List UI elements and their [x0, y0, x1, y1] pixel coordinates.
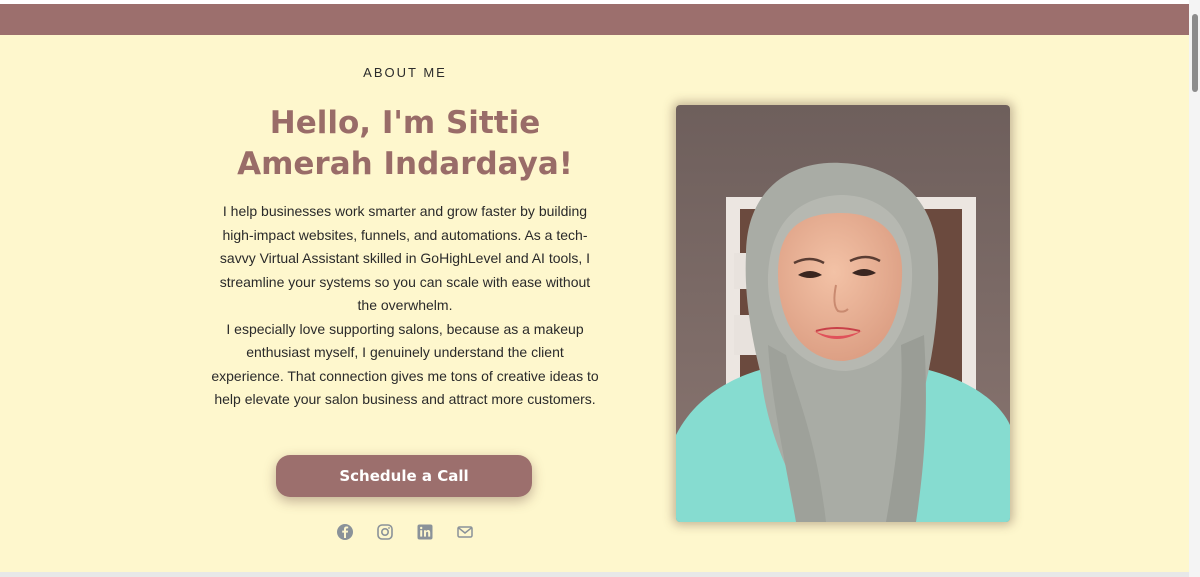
- facebook-link[interactable]: [336, 523, 354, 541]
- bio-paragraph: I especially love supporting salons, bec…: [211, 320, 599, 408]
- email-icon: [457, 526, 473, 538]
- email-link[interactable]: [456, 523, 474, 541]
- schedule-call-button[interactable]: Schedule a Call: [276, 455, 532, 497]
- scrollbar-thumb[interactable]: [1192, 14, 1198, 92]
- linkedin-link[interactable]: [416, 523, 434, 541]
- headline-line-2: Amerah Indardaya!: [237, 146, 573, 182]
- section-eyebrow: ABOUT ME: [363, 65, 447, 80]
- profile-photo: [676, 105, 1010, 522]
- page-title: Hello, I'm Sittie Amerah Indardaya!: [210, 103, 600, 185]
- headline-line-1: Hello, I'm Sittie: [269, 105, 541, 141]
- instagram-icon: [377, 524, 393, 540]
- instagram-link[interactable]: [376, 523, 394, 541]
- about-section: ABOUT ME Hello, I'm Sittie Amerah Indard…: [0, 35, 1189, 572]
- linkedin-icon: [417, 524, 433, 540]
- social-links: [210, 523, 600, 541]
- facebook-icon: [337, 524, 353, 540]
- bottom-strip: [0, 572, 1200, 577]
- bio-text: I help businesses work smarter and grow …: [210, 200, 600, 412]
- top-banner: [0, 4, 1189, 35]
- portrait-illustration: [676, 105, 1010, 522]
- page-scrollbar[interactable]: [1189, 0, 1200, 577]
- bio-paragraph: I help businesses work smarter and grow …: [219, 203, 591, 313]
